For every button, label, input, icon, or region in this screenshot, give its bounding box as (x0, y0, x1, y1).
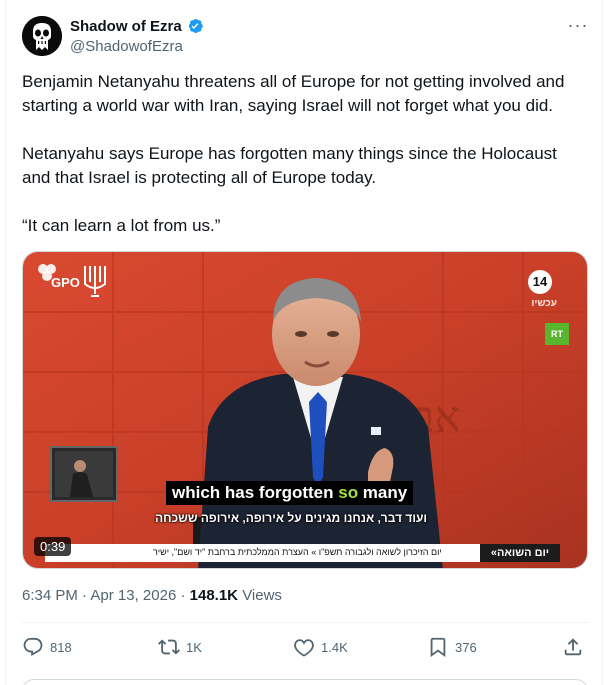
like-icon (294, 639, 314, 657)
subtitle-en-part-2: many (358, 483, 408, 502)
bookmark-count: 376 (455, 639, 477, 655)
repost-icon (158, 639, 180, 655)
verified-badge-icon (186, 17, 204, 35)
display-name[interactable]: Shadow of Ezra (70, 18, 182, 35)
name-row: Shadow of Ezra (70, 17, 204, 35)
tweet-meta: 6:34 PM · Apr 13, 2026 · 148.1K Views (22, 587, 282, 604)
tweet-text: Benjamin Netanyahu threatens all of Euro… (22, 70, 588, 262)
avatar[interactable] (22, 16, 62, 56)
views-label: Views (242, 587, 282, 604)
views-count: 148.1K (189, 587, 239, 604)
share-icon (564, 638, 582, 656)
rt-logo: RT (545, 323, 569, 345)
tweet-paragraph-2: Netanyahu says Europe has forgotten many… (22, 144, 557, 187)
repost-count: 1K (186, 639, 202, 655)
news-ticker: יום הזיכרון לשואה ולגבורה תשפ"ו » העצרת … (45, 544, 560, 562)
tweet-header: Shadow of Ezra @ShadowofEzra ··· (22, 16, 590, 58)
reply-count: 818 (50, 639, 72, 655)
bookmark-button[interactable]: 376 (427, 634, 477, 660)
tweet-date: Apr 13, 2026 (90, 587, 177, 604)
bookmark-icon (430, 637, 446, 658)
video-duration: 0:39 (34, 537, 72, 556)
channel-sub-label: עכשיו (531, 298, 557, 309)
user-handle[interactable]: @ShadowofEzra (70, 38, 183, 55)
divider (22, 622, 588, 623)
channel-14-logo: 14 (528, 270, 552, 294)
tweet-paragraph-1: Benjamin Netanyahu threatens all of Euro… (22, 72, 565, 115)
video-player[interactable]: אב GPO 14 עכשיו RT which has forgotten s… (22, 251, 588, 569)
subtitle-hebrew: ועוד דבר, אנחנו מגינים על אירופה, אירופה… (155, 511, 428, 525)
reply-button[interactable]: 818 (22, 634, 72, 660)
repost-button[interactable]: 1K (158, 634, 202, 660)
like-count: 1.4K (321, 639, 348, 655)
ticker-text: יום הזיכרון לשואה ולגבורה תשפ"ו » העצרת … (153, 547, 442, 557)
action-bar: 818 1K 1.4K 376 (22, 634, 588, 660)
subtitle-english: which has forgotten so many (166, 481, 414, 505)
like-button[interactable]: 1.4K (293, 634, 348, 660)
share-button[interactable] (562, 634, 584, 660)
reply-composer-edge (22, 679, 588, 685)
tweet-time: 6:34 PM (22, 587, 78, 604)
subtitle-en-highlight: so (338, 483, 359, 502)
meta-separator-2: · (180, 587, 186, 604)
ticker-tag: יום השואה» (480, 544, 560, 562)
tweet-paragraph-3: “It can learn a lot from us.” (22, 216, 221, 235)
meta-separator-1: · (82, 587, 88, 604)
gpo-label: GPO (51, 275, 80, 290)
tweet-timestamp-link[interactable]: 6:34 PM · Apr 13, 2026 (22, 587, 176, 604)
reply-icon (23, 637, 43, 656)
more-icon[interactable]: ··· (566, 16, 590, 38)
subtitle-en-part-1: which has forgotten (172, 483, 339, 502)
